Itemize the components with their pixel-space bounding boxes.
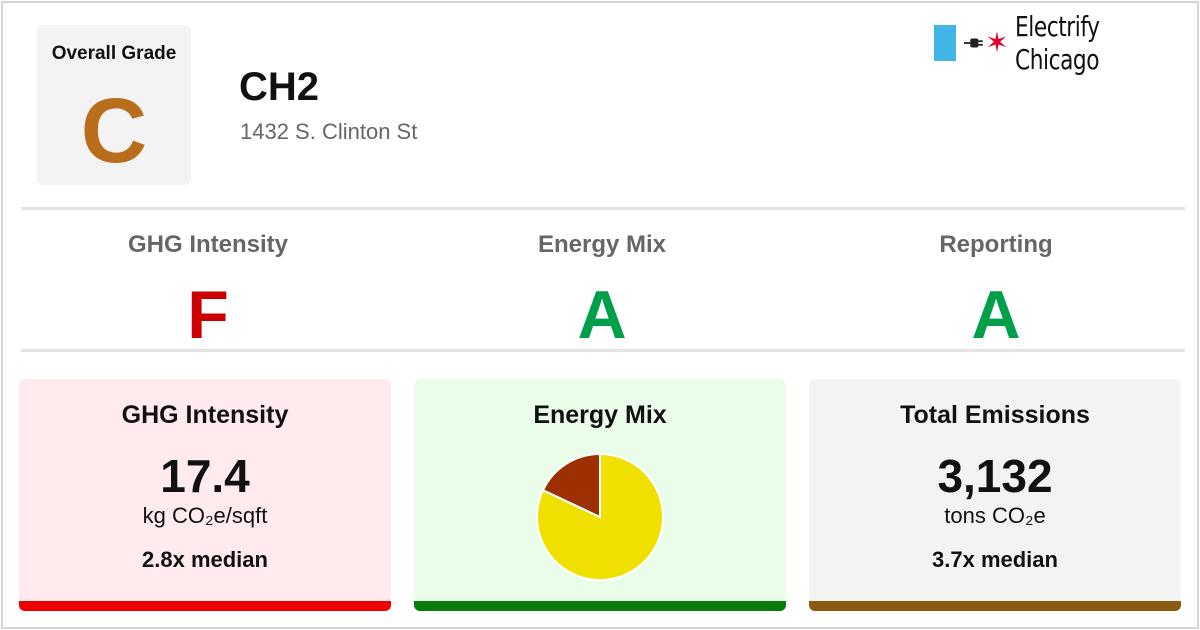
card-accent-bar xyxy=(19,601,391,611)
divider xyxy=(21,207,1185,210)
plug-icon xyxy=(963,38,983,48)
divider xyxy=(21,349,1185,352)
overall-grade-label: Overall Grade xyxy=(51,43,177,64)
overall-grade-box: Overall Grade C xyxy=(37,25,191,185)
total-emissions-card: Total Emissions 3,132 tons CO₂e 3.7x med… xyxy=(809,379,1181,611)
card-accent-bar xyxy=(809,601,1181,611)
subgrade-reporting: Reporting A xyxy=(816,231,1176,351)
card-title: Energy Mix xyxy=(533,401,667,429)
building-address: 1432 S. Clinton St xyxy=(240,119,418,144)
subgrade-ghg-intensity: GHG Intensity F xyxy=(28,231,388,351)
star-icon: ✶ xyxy=(985,27,1009,58)
card-title: Total Emissions xyxy=(900,401,1090,429)
building-name: CH2 xyxy=(239,65,320,109)
card-accent-bar xyxy=(414,601,786,611)
subgrade-label: Reporting xyxy=(939,231,1053,258)
card-value: 17.4 xyxy=(160,450,250,502)
subgrade-letter: F xyxy=(187,277,229,353)
card-unit: tons CO₂e xyxy=(944,503,1046,528)
brand-name: Electrify Chicago xyxy=(1014,10,1100,76)
ghg-intensity-card: GHG Intensity 17.4 kg CO₂e/sqft 2.8x med… xyxy=(19,379,391,611)
card-frame: Overall Grade C CH2 1432 S. Clinton St ✶… xyxy=(1,1,1199,629)
energy-mix-card: Energy Mix xyxy=(414,379,786,611)
flag-stripe-icon xyxy=(934,25,956,61)
overall-grade-letter: C xyxy=(80,80,148,182)
subgrade-letter: A xyxy=(971,277,1021,353)
subgrade-label: GHG Intensity xyxy=(127,231,289,258)
brand-logo[interactable]: ✶ Electrify Chicago xyxy=(934,10,1197,76)
card-unit: kg CO₂e/sqft xyxy=(142,503,268,528)
card-value: 3,132 xyxy=(937,450,1053,502)
energy-mix-pie-chart xyxy=(536,453,664,581)
subgrade-label: Energy Mix xyxy=(537,231,667,258)
card-title: GHG Intensity xyxy=(121,401,289,429)
card-median: 2.8x median xyxy=(142,547,268,572)
subgrade-energy-mix: Energy Mix A xyxy=(422,231,782,351)
card-median: 3.7x median xyxy=(932,547,1058,572)
subgrade-letter: A xyxy=(577,277,627,353)
